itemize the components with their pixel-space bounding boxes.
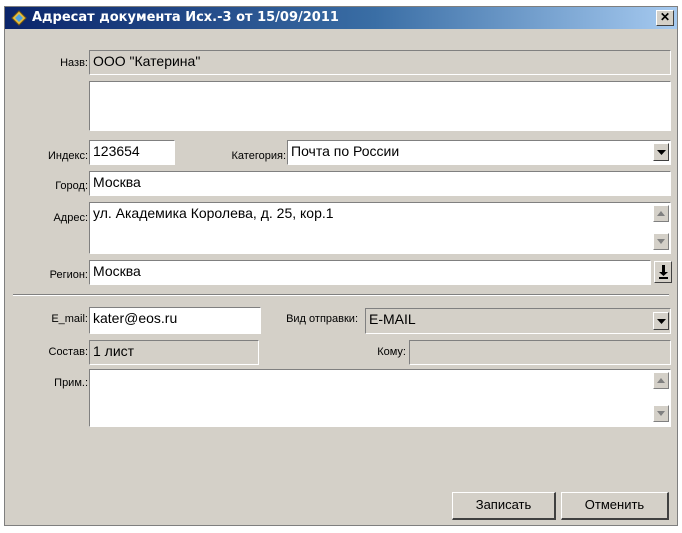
region-label: Регион:: [49, 269, 88, 281]
index-field[interactable]: 123654: [89, 140, 175, 165]
address-field[interactable]: ул. Академика Королева, д. 25, кор.1: [89, 202, 671, 254]
send-type-label: Вид отправки:: [286, 313, 358, 325]
dialog-window: Адресат документа Исх.-3 от 15/09/2011 ✕…: [4, 6, 678, 526]
note-scroll-down-button[interactable]: [653, 405, 669, 422]
name-field[interactable]: ООО "Катерина": [89, 50, 671, 75]
index-label: Индекс:: [47, 150, 88, 162]
email-field[interactable]: kater@eos.ru: [89, 307, 261, 334]
chevron-down-icon: [657, 150, 666, 155]
region-lookup-button[interactable]: [654, 261, 672, 283]
category-label: Категория:: [231, 150, 286, 162]
address-scroll-down-button[interactable]: [653, 233, 669, 250]
close-icon: ✕: [659, 10, 671, 24]
save-button[interactable]: Записать: [452, 492, 556, 520]
send-type-select[interactable]: E-MAIL: [365, 308, 671, 334]
download-arrow-icon: [659, 265, 668, 279]
scroll-up-arrow-icon: [657, 378, 665, 383]
address-scroll-up-button[interactable]: [653, 205, 669, 222]
app-icon: [11, 10, 27, 26]
note-field[interactable]: [89, 369, 671, 427]
chevron-down-icon: [657, 319, 666, 324]
address-label: Адрес:: [53, 212, 88, 224]
title-bar[interactable]: Адресат документа Исх.-3 от 15/09/2011 ✕: [5, 7, 677, 29]
category-select[interactable]: Почта по России: [287, 140, 671, 165]
recipient-field[interactable]: [409, 340, 671, 365]
email-label: E_mail:: [51, 313, 88, 325]
name-extra-field[interactable]: [89, 81, 671, 131]
scroll-up-arrow-icon: [657, 211, 665, 216]
composition-label: Состав:: [48, 346, 89, 358]
window-title: Адресат документа Исх.-3 от 15/09/2011: [32, 10, 339, 25]
city-field[interactable]: Москва: [89, 171, 671, 196]
close-button[interactable]: ✕: [656, 10, 674, 26]
scroll-down-arrow-icon: [657, 411, 665, 416]
recipient-label: Кому:: [377, 346, 406, 358]
note-label: Прим.:: [54, 377, 88, 389]
city-label: Город:: [55, 180, 88, 192]
cancel-button[interactable]: Отменить: [561, 492, 669, 520]
scroll-down-arrow-icon: [657, 239, 665, 244]
region-field[interactable]: Москва: [89, 260, 651, 285]
send-type-dropdown-button[interactable]: [653, 312, 669, 330]
note-scroll-up-button[interactable]: [653, 372, 669, 389]
separator: [13, 294, 669, 296]
composition-field[interactable]: 1 лист: [89, 340, 259, 365]
name-label: Назв:: [60, 57, 88, 69]
category-dropdown-button[interactable]: [653, 143, 669, 161]
